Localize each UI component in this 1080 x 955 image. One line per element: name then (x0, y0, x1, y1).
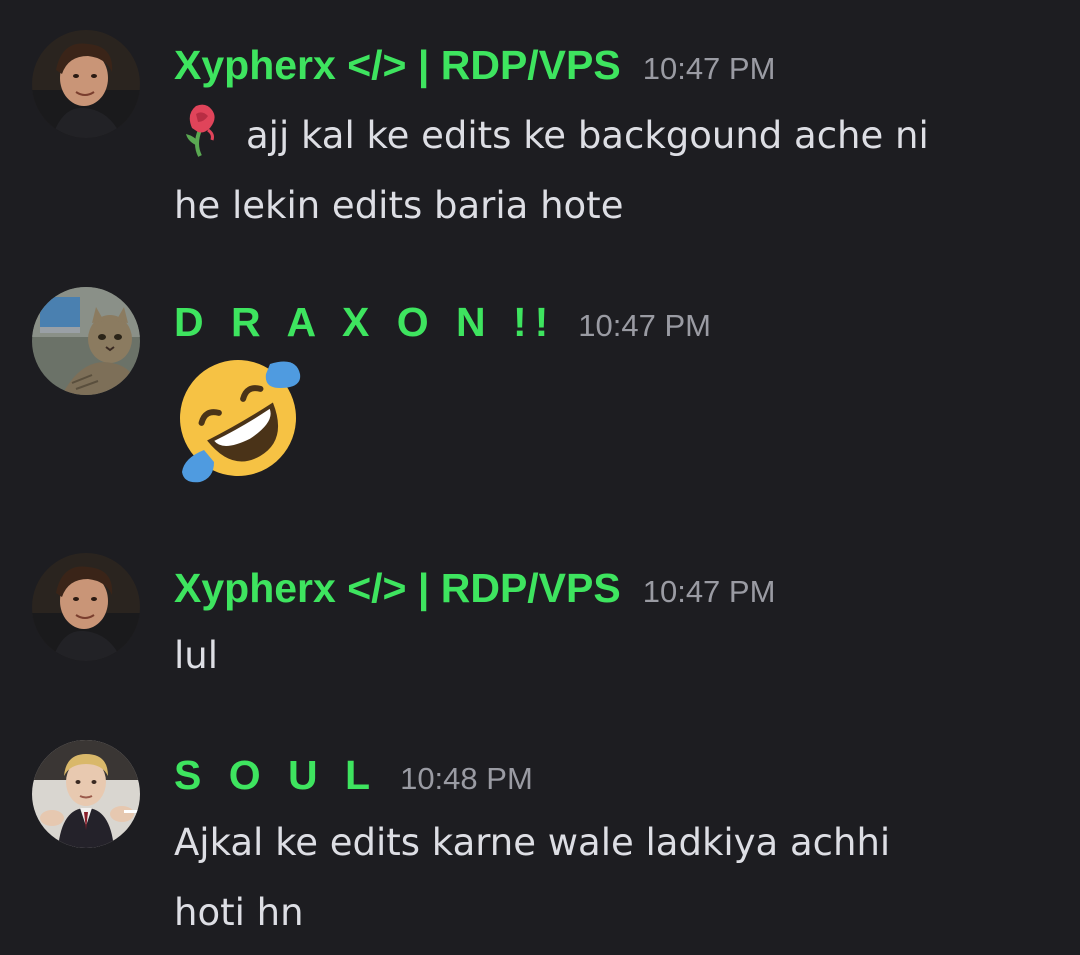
message-line: ajj kal ke edits ke backgound ache ni (246, 114, 929, 157)
avatar[interactable] (32, 30, 140, 138)
message-line: lul (174, 634, 219, 677)
message-line: hoti hn (174, 891, 304, 934)
avatar[interactable] (32, 287, 140, 395)
username[interactable]: S O U L (174, 752, 378, 799)
timestamp: 10:47 PM (578, 308, 711, 343)
message-content: lul (174, 621, 1054, 691)
username[interactable]: Xypherx </> | RDP/VPS (174, 42, 621, 89)
message-content: ajj kal ke edits ke backgound ache ni he… (174, 100, 1054, 241)
timestamp: 10:47 PM (642, 51, 776, 86)
username[interactable]: D R A X O N !! (174, 299, 556, 346)
avatar[interactable] (32, 740, 140, 848)
timestamp: 10:48 PM (400, 761, 533, 796)
username[interactable]: Xypherx </> | RDP/VPS (174, 565, 621, 612)
avatar[interactable] (32, 553, 140, 661)
message-line: Ajkal ke edits karne wale ladkiya achhi (174, 821, 891, 864)
timestamp: 10:47 PM (642, 574, 776, 609)
wilted-rose-emoji (174, 100, 232, 158)
rolling-on-floor-laughing-emoji (170, 350, 306, 486)
message-content: Ajkal ke edits karne wale ladkiya achhi … (174, 808, 1054, 948)
message-line: he lekin edits baria hote (174, 184, 624, 227)
